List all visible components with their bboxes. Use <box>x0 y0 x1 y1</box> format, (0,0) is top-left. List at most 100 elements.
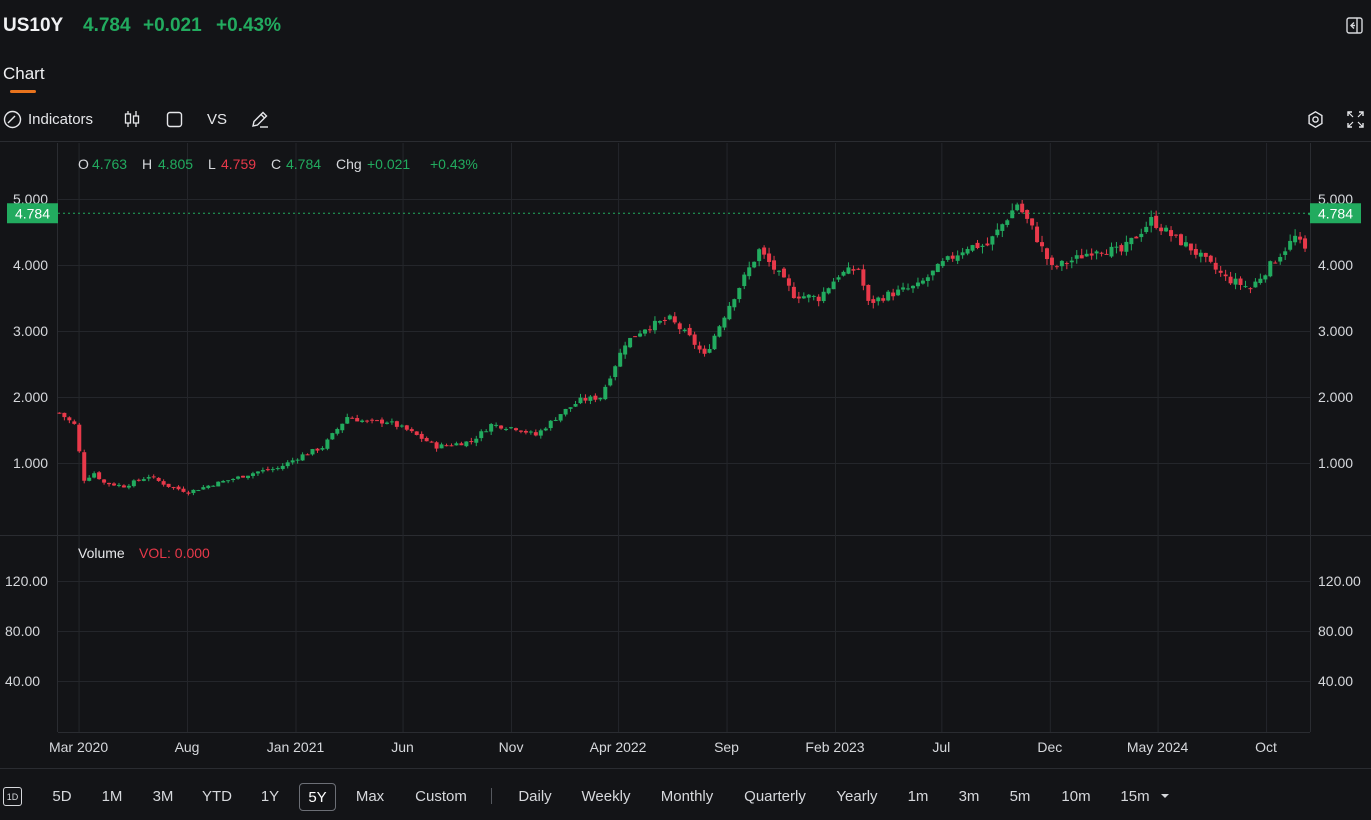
candle-body <box>955 255 960 261</box>
interval-weekly[interactable]: Weekly <box>572 783 640 809</box>
candle-body <box>558 414 563 421</box>
candle-body <box>1054 266 1059 268</box>
price-chart[interactable]: 1.0002.0003.0004.0005.000 1.0002.0003.00… <box>0 0 1371 820</box>
candle-body <box>201 487 206 490</box>
interval-5m[interactable]: 5m <box>1001 783 1039 809</box>
candle-body <box>241 475 246 478</box>
volume-value: VOL: 0.000 <box>139 545 210 561</box>
interval-15m-label: 15m <box>1120 787 1150 805</box>
candle-body <box>776 270 781 272</box>
candle-body <box>82 452 87 481</box>
candle-body <box>1298 236 1303 240</box>
interval-15m-dropdown[interactable]: 15m <box>1112 783 1178 809</box>
candle-body <box>196 490 201 492</box>
candle-body <box>414 431 419 435</box>
range-ytd[interactable]: YTD <box>195 783 239 809</box>
candle-body <box>156 477 161 481</box>
candle-body <box>638 333 643 337</box>
interval-10m[interactable]: 10m <box>1052 783 1100 809</box>
candle-body <box>697 345 702 350</box>
candle-body <box>245 475 250 478</box>
candle-body <box>131 480 136 487</box>
interval-monthly[interactable]: Monthly <box>650 783 724 809</box>
candle-body <box>1015 204 1020 211</box>
range-custom[interactable]: Custom <box>405 783 477 809</box>
candle-body <box>136 479 141 481</box>
range-max[interactable]: Max <box>347 783 393 809</box>
candle-body <box>181 488 186 492</box>
candle-body <box>226 480 231 482</box>
candle-body <box>1025 210 1030 219</box>
candle-body <box>270 469 275 471</box>
x-tick-label: Dec <box>1037 739 1062 755</box>
candle-body <box>1188 243 1193 251</box>
interval-daily[interactable]: Daily <box>508 783 562 809</box>
candle-body <box>1144 226 1149 233</box>
interval-quarterly[interactable]: Quarterly <box>734 783 816 809</box>
change-value: +0.021 <box>367 156 410 172</box>
candle-body <box>87 477 92 481</box>
candle-body <box>821 291 826 302</box>
chart-grid <box>0 143 1371 733</box>
candle-body <box>598 397 603 400</box>
y-tick-label-right: 4.000 <box>1318 257 1353 273</box>
candle-body <box>786 278 791 286</box>
candle-body <box>141 479 146 481</box>
candle-body <box>464 441 469 447</box>
candle-body <box>265 469 270 471</box>
candle-body <box>404 425 409 430</box>
candle-body <box>578 397 583 404</box>
candle-body <box>479 431 484 439</box>
volume-legend: Volume VOL: 0.000 <box>78 545 210 561</box>
candle-body <box>1079 255 1084 259</box>
candle-body <box>1283 251 1288 255</box>
candle-body <box>1069 260 1074 263</box>
candle-body <box>315 448 320 451</box>
candle-body <box>647 329 652 331</box>
candle-body <box>940 261 945 267</box>
candle-body <box>1198 252 1203 257</box>
interval-badge[interactable]: 1D <box>3 787 22 806</box>
x-tick-label: Apr 2022 <box>590 739 647 755</box>
candle-body <box>643 329 648 334</box>
candle-body <box>672 316 677 323</box>
range-1y[interactable]: 1Y <box>252 783 288 809</box>
x-tick-label: Nov <box>499 739 524 755</box>
last-price-badge-left-text: 4.784 <box>15 205 50 221</box>
last-price-badge-right-text: 4.784 <box>1318 205 1353 221</box>
range-5y[interactable]: 5Y <box>299 783 336 811</box>
range-3m[interactable]: 3M <box>144 783 182 809</box>
candle-body <box>628 337 633 348</box>
candle-body <box>409 429 414 432</box>
candle-body <box>325 439 330 449</box>
candle-body <box>1218 270 1223 273</box>
candle-body <box>444 445 449 447</box>
candle-body <box>975 242 980 249</box>
candle-body <box>702 348 707 354</box>
candle-body <box>310 449 315 455</box>
low-label: L <box>208 156 216 172</box>
candle-body <box>613 366 618 378</box>
candle-body <box>945 256 950 260</box>
candle-body <box>335 429 340 434</box>
interval-1m[interactable]: 1m <box>899 783 937 809</box>
candle-body <box>290 460 295 463</box>
x-axis: Mar 2020 Aug Jan 2021 Jun Nov Apr 2022 Sep Feb … <box>49 739 1277 755</box>
candle-body <box>171 487 176 489</box>
range-5d[interactable]: 5D <box>44 783 80 809</box>
range-1m[interactable]: 1M <box>93 783 131 809</box>
candle-body <box>752 261 757 268</box>
candle-body <box>841 271 846 276</box>
candle-body <box>662 320 667 322</box>
last-price-badge-left: 4.784 <box>7 203 58 224</box>
candle-body <box>772 260 777 270</box>
candle-body <box>1288 240 1293 250</box>
candle-body <box>449 445 454 447</box>
candle-body <box>97 472 102 480</box>
candle-body <box>618 352 623 367</box>
interval-3m[interactable]: 3m <box>950 783 988 809</box>
candle-body <box>1104 253 1109 255</box>
interval-yearly[interactable]: Yearly <box>826 783 888 809</box>
candle-body <box>1293 235 1298 243</box>
candle-body <box>166 483 171 487</box>
